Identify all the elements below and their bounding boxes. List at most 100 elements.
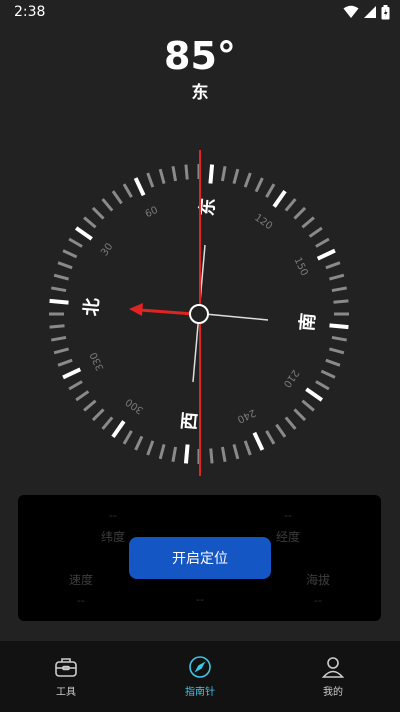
major-tick bbox=[133, 177, 146, 197]
minor-tick bbox=[320, 369, 336, 379]
minor-tick bbox=[68, 380, 83, 391]
minor-tick bbox=[325, 261, 341, 270]
minor-tick bbox=[315, 380, 330, 391]
bottom-nav: 工具 指南针 我的 bbox=[0, 641, 400, 712]
minor-tick bbox=[284, 198, 297, 212]
minor-tick bbox=[62, 249, 78, 259]
minor-tick bbox=[232, 444, 240, 460]
cardinal-west: 西 bbox=[179, 411, 201, 431]
minor-tick bbox=[134, 435, 144, 451]
major-tick bbox=[252, 431, 265, 451]
minor-tick bbox=[53, 347, 69, 355]
degree-label-210: 210 bbox=[281, 367, 301, 389]
nav-item-mine[interactable]: 我的 bbox=[293, 655, 373, 698]
minor-tick bbox=[158, 168, 166, 184]
minor-tick bbox=[265, 430, 276, 445]
minor-tick bbox=[220, 446, 227, 462]
minor-tick bbox=[146, 172, 155, 188]
minor-tick bbox=[325, 358, 341, 367]
major-tick bbox=[111, 420, 126, 439]
speed-value: -- bbox=[77, 594, 85, 607]
major-tick bbox=[208, 164, 215, 184]
minor-tick bbox=[329, 273, 345, 281]
major-tick bbox=[49, 298, 69, 305]
minor-tick bbox=[75, 390, 90, 402]
degree-label-330: 330 bbox=[88, 350, 106, 372]
minor-tick bbox=[171, 166, 178, 182]
degree-label-30: 30 bbox=[99, 241, 115, 258]
minor-tick bbox=[122, 183, 133, 198]
compass-center bbox=[189, 304, 209, 324]
minor-tick bbox=[284, 416, 297, 430]
minor-tick bbox=[91, 408, 105, 422]
minor-tick bbox=[57, 358, 73, 367]
speed-label: 速度 bbox=[68, 573, 93, 587]
major-tick bbox=[316, 248, 336, 261]
minor-tick bbox=[122, 430, 133, 445]
nav-item-tools[interactable]: 工具 bbox=[26, 655, 106, 698]
cardinal-north: 北 bbox=[81, 297, 103, 317]
minor-tick bbox=[101, 198, 114, 212]
minor-tick bbox=[49, 324, 65, 329]
minor-tick bbox=[275, 423, 287, 438]
north-needle-head bbox=[129, 303, 143, 316]
degree-label-60: 60 bbox=[144, 205, 160, 220]
minor-tick bbox=[53, 273, 69, 281]
minor-tick bbox=[83, 216, 97, 229]
minor-tick bbox=[57, 261, 73, 270]
longitude-value: -- bbox=[284, 509, 292, 522]
toolbox-icon bbox=[55, 658, 77, 677]
north-needle bbox=[139, 308, 195, 316]
user-icon bbox=[321, 657, 345, 678]
nav-label-tools: 工具 bbox=[56, 687, 76, 698]
cardinal-south: 南 bbox=[296, 312, 319, 332]
minor-tick bbox=[333, 299, 349, 304]
minor-tick bbox=[331, 335, 347, 342]
minor-tick bbox=[331, 286, 347, 293]
minor-tick bbox=[184, 164, 189, 180]
latitude-value: -- bbox=[109, 509, 117, 522]
major-tick bbox=[62, 367, 82, 380]
degree-label-300: 300 bbox=[124, 396, 146, 416]
minor-tick bbox=[308, 226, 323, 238]
minor-tick bbox=[158, 444, 166, 460]
minor-tick bbox=[68, 237, 83, 248]
minor-tick bbox=[243, 172, 252, 188]
compass-pointer-short bbox=[204, 313, 269, 321]
minor-tick bbox=[329, 347, 345, 355]
minor-tick bbox=[254, 177, 264, 193]
minor-tick bbox=[265, 183, 276, 198]
minor-tick bbox=[293, 408, 307, 422]
minor-tick bbox=[243, 440, 252, 456]
minor-tick bbox=[301, 399, 315, 412]
enable-location-button[interactable]: 开启定位 bbox=[129, 537, 271, 579]
minor-tick bbox=[209, 448, 214, 464]
nav-label-compass: 指南针 bbox=[185, 687, 215, 698]
altitude-value: -- bbox=[314, 594, 322, 607]
major-tick bbox=[74, 226, 93, 241]
altitude-label: 海拔 bbox=[305, 573, 330, 587]
minor-tick bbox=[91, 206, 105, 220]
degree-label-120: 120 bbox=[252, 212, 274, 232]
minor-tick bbox=[171, 446, 178, 462]
minor-tick bbox=[83, 399, 97, 412]
major-tick bbox=[305, 387, 324, 402]
nav-item-compass[interactable]: 指南针 bbox=[160, 655, 240, 698]
minor-tick bbox=[146, 440, 155, 456]
center-value: -- bbox=[196, 593, 204, 606]
minor-tick bbox=[220, 166, 227, 182]
major-tick bbox=[272, 189, 287, 208]
minor-tick bbox=[51, 286, 67, 293]
degree-label-240: 240 bbox=[235, 406, 257, 424]
major-tick bbox=[183, 444, 190, 464]
minor-tick bbox=[232, 168, 240, 184]
minor-tick bbox=[51, 335, 67, 342]
minor-tick bbox=[315, 237, 330, 248]
major-tick bbox=[329, 323, 349, 330]
compass-icon bbox=[189, 656, 211, 678]
minor-tick bbox=[301, 216, 315, 229]
minor-tick bbox=[111, 190, 123, 205]
nav-label-mine: 我的 bbox=[323, 687, 343, 698]
minor-tick bbox=[101, 416, 114, 430]
minor-tick bbox=[293, 206, 307, 220]
